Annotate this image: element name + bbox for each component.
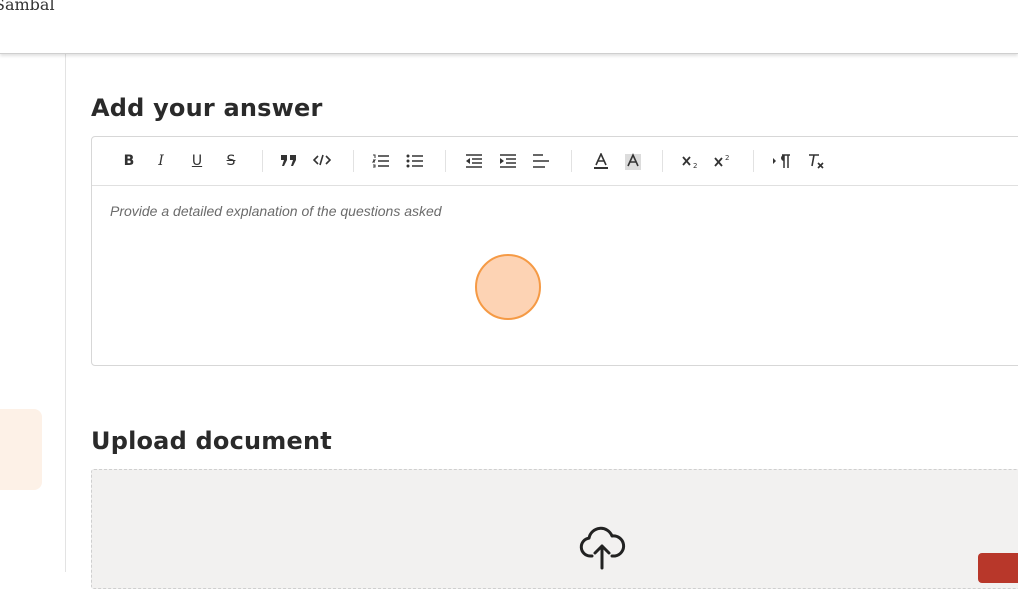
outdent-button[interactable] — [463, 151, 485, 171]
editor-placeholder: Provide a detailed explanation of the qu… — [110, 203, 442, 219]
code-button[interactable] — [312, 151, 332, 171]
rich-text-editor: B I U S 2 2 Provide a detailed explanati… — [91, 136, 1018, 366]
quote-icon — [281, 155, 296, 166]
cloud-upload-icon — [579, 526, 626, 570]
touch-indicator — [475, 254, 541, 320]
code-icon — [313, 154, 331, 166]
sidebar-card[interactable] — [0, 409, 42, 490]
bullet-list-button[interactable] — [404, 151, 426, 171]
editor-input-area[interactable]: Provide a detailed explanation of the qu… — [92, 186, 1018, 366]
clear-formatting-button[interactable] — [805, 151, 827, 171]
align-button[interactable] — [530, 151, 552, 171]
italic-button[interactable]: I — [152, 151, 170, 171]
outdent-icon — [466, 154, 482, 168]
toolbar-separator — [753, 150, 754, 172]
text-direction-button[interactable] — [771, 151, 793, 171]
ordered-list-button[interactable] — [370, 151, 392, 171]
ordered-list-icon — [372, 154, 389, 168]
font-color-button[interactable] — [590, 151, 612, 171]
indent-button[interactable] — [497, 151, 519, 171]
superscript-button[interactable]: 2 — [712, 151, 734, 171]
bullet-list-icon — [406, 154, 423, 168]
toolbar-separator — [353, 150, 354, 172]
subscript-icon: 2 — [682, 156, 697, 169]
underline-button[interactable]: U — [188, 151, 206, 171]
font-color-icon — [594, 153, 608, 169]
toolbar-separator — [662, 150, 663, 172]
clear-format-icon — [809, 154, 824, 169]
sidebar-divider — [65, 54, 66, 572]
upload-dropzone[interactable] — [91, 469, 1018, 589]
upload-section-title: Upload document — [91, 427, 332, 455]
indent-icon — [500, 154, 516, 168]
top-bar: Sambal — [0, 0, 1018, 54]
align-left-icon — [533, 154, 549, 168]
toolbar-separator — [571, 150, 572, 172]
floating-action-button[interactable] — [978, 553, 1018, 583]
strikethrough-button[interactable]: S — [222, 151, 240, 171]
blockquote-button[interactable] — [278, 151, 300, 171]
brand-name[interactable]: Sambal — [0, 0, 55, 14]
background-color-button[interactable] — [622, 151, 644, 171]
ltr-paragraph-icon — [773, 154, 790, 168]
toolbar-separator — [262, 150, 263, 172]
toolbar-separator — [445, 150, 446, 172]
svg-text:2: 2 — [725, 154, 729, 162]
svg-text:2: 2 — [693, 162, 697, 169]
highlight-icon — [625, 153, 641, 170]
answer-section-title: Add your answer — [91, 94, 323, 122]
superscript-icon: 2 — [714, 154, 729, 167]
editor-toolbar: B I U S 2 2 — [92, 137, 1018, 186]
subscript-button[interactable]: 2 — [680, 151, 702, 171]
bold-button[interactable]: B — [120, 151, 138, 171]
